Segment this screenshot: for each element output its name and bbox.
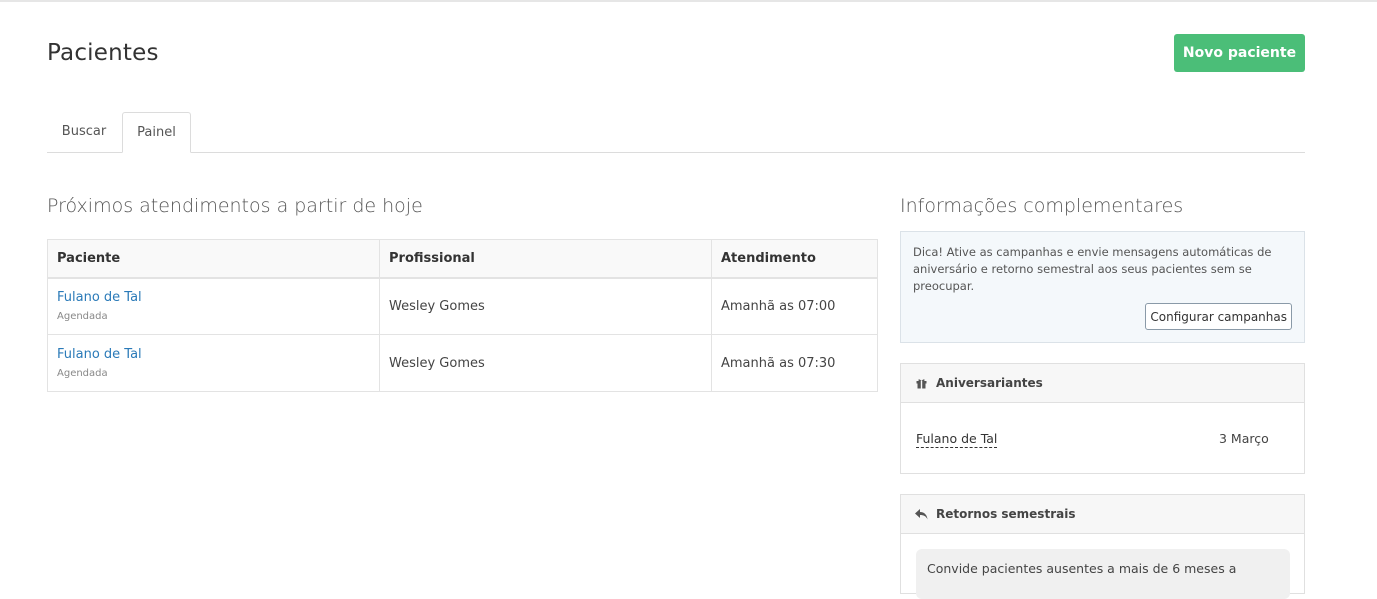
appointment-time-cell: Amanhã as 07:00 [711,277,878,335]
patient-link[interactable]: Fulano de Tal [57,290,370,305]
birthdays-panel-header: Aniversariantes [901,364,1304,403]
page-title: Pacientes [47,40,159,66]
tab-buscar[interactable]: Buscar [47,112,121,153]
appointment-status: Agendada [57,311,108,323]
patient-cell: Fulano de Tal Agendada [47,277,380,335]
column-header-appointment: Atendimento [711,239,878,279]
patient-link[interactable]: Fulano de Tal [57,347,370,362]
birthdays-panel-title: Aniversariantes [936,376,1043,390]
birthdays-panel: Aniversariantes Fulano de Tal 3 Março [900,363,1305,474]
top-border [0,0,1377,2]
returns-message: Convide pacientes ausentes a mais de 6 m… [916,549,1290,599]
birthday-item: Fulano de Tal 3 Março [901,403,1304,473]
semiannual-returns-panel: Retornos semestrais Convide pacientes au… [900,494,1305,599]
new-patient-button[interactable]: Novo paciente [1174,34,1305,72]
table-row: Fulano de Tal Agendada Wesley Gomes Aman… [47,334,878,392]
gift-icon [914,376,928,390]
tab-painel[interactable]: Painel [122,112,191,153]
table-row: Fulano de Tal Agendada Wesley Gomes Aman… [47,277,878,335]
professional-cell: Wesley Gomes [379,334,712,392]
birthday-patient-link[interactable]: Fulano de Tal [916,431,998,448]
appointments-title: Próximos atendimentos a partir de hoje [47,195,423,217]
patient-cell: Fulano de Tal Agendada [47,334,380,392]
appointment-status: Agendada [57,368,108,379]
configure-campaigns-button[interactable]: Configurar campanhas [1145,303,1292,330]
info-title: Informações complementares [900,195,1184,217]
tab-bar: Buscar Painel [47,112,1305,153]
birthday-date: 3 Março [1219,431,1269,446]
column-header-professional: Profissional [379,239,712,279]
campaign-tip-box: Dica! Ative as campanhas e envie mensage… [900,231,1305,343]
campaign-tip-text: Dica! Ative as campanhas e envie mensage… [913,245,1272,293]
professional-cell: Wesley Gomes [379,277,712,335]
returns-panel-header: Retornos semestrais [901,495,1304,534]
table-header-row: Paciente Profissional Atendimento [47,239,878,279]
reply-icon [914,507,928,521]
column-header-patient: Paciente [47,239,380,279]
appointments-table: Paciente Profissional Atendimento Fulano… [47,239,878,392]
appointment-time-cell: Amanhã as 07:30 [711,334,878,392]
returns-panel-title: Retornos semestrais [936,507,1076,521]
